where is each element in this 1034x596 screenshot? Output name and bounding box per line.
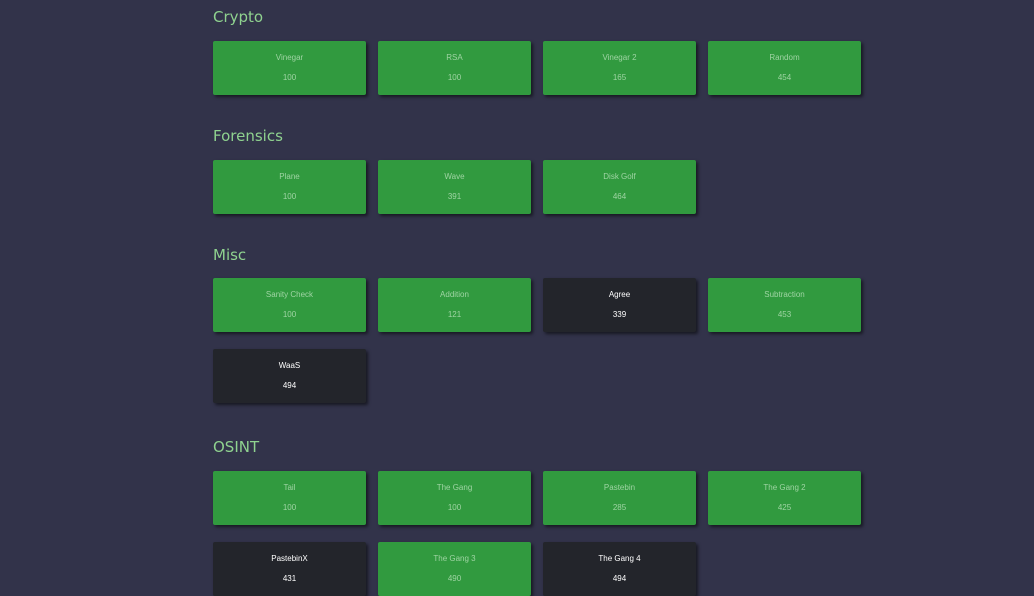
category-misc: Misc Sanity Check 100 Addition 121 Agree… [213, 246, 861, 403]
challenge-points: 285 [612, 503, 627, 512]
category-osint: OSINT Tail 100 The Gang 100 Pastebin 285… [213, 438, 861, 596]
challenge-name: WaaS [278, 361, 301, 370]
challenge-name: Disk Golf [603, 172, 636, 181]
challenge-name: Pastebin [603, 483, 636, 492]
challenge-name: Vinegar 2 [602, 53, 637, 62]
challenge-card-agree[interactable]: Agree 339 [543, 278, 696, 332]
challenge-card-random[interactable]: Random 454 [708, 41, 861, 95]
challenge-points: 100 [282, 310, 297, 319]
challenge-points: 100 [282, 503, 297, 512]
challenge-points: 100 [282, 192, 297, 201]
challenge-grid: Sanity Check 100 Addition 121 Agree 339 … [213, 278, 861, 403]
category-forensics: Forensics Plane 100 Wave 391 Disk Golf 4… [213, 127, 861, 214]
challenge-points: 494 [612, 574, 627, 583]
challenge-card-addition[interactable]: Addition 121 [378, 278, 531, 332]
challenge-points: 339 [612, 310, 627, 319]
challenge-name: Addition [440, 290, 469, 299]
challenge-name: Tail [283, 483, 296, 492]
challenge-points: 100 [447, 503, 462, 512]
challenge-card-plane[interactable]: Plane 100 [213, 160, 366, 214]
challenge-card-the-gang[interactable]: The Gang 100 [378, 471, 531, 525]
challenge-card-tail[interactable]: Tail 100 [213, 471, 366, 525]
challenge-name: The Gang 2 [763, 483, 806, 492]
challenge-points: 490 [447, 574, 462, 583]
challenge-card-subtraction[interactable]: Subtraction 453 [708, 278, 861, 332]
challenge-points: 454 [777, 73, 792, 82]
challenge-points: 494 [282, 381, 297, 390]
category-title: Crypto [213, 8, 264, 26]
challenge-name: Sanity Check [265, 290, 314, 299]
category-title: OSINT [213, 438, 260, 456]
challenge-name: PastebinX [271, 554, 308, 563]
challenge-name: Subtraction [764, 290, 805, 299]
challenge-card-waas[interactable]: WaaS 494 [213, 349, 366, 403]
challenge-points: 464 [612, 192, 627, 201]
challenge-name: Random [769, 53, 800, 62]
challenge-card-wave[interactable]: Wave 391 [378, 160, 531, 214]
challenge-grid: Vinegar 100 RSA 100 Vinegar 2 165 Random… [213, 41, 861, 95]
challenge-card-sanity-check[interactable]: Sanity Check 100 [213, 278, 366, 332]
challenge-grid: Plane 100 Wave 391 Disk Golf 464 [213, 160, 861, 214]
challenge-points: 121 [447, 310, 462, 319]
challenge-name: Vinegar [275, 53, 304, 62]
challenge-grid: Tail 100 The Gang 100 Pastebin 285 The G… [213, 471, 861, 596]
challenge-name: The Gang 3 [433, 554, 476, 563]
challenge-card-pastebin[interactable]: Pastebin 285 [543, 471, 696, 525]
challenge-card-vinegar[interactable]: Vinegar 100 [213, 41, 366, 95]
category-title: Forensics [213, 127, 283, 145]
challenge-name: The Gang 4 [598, 554, 641, 563]
category-crypto: Crypto Vinegar 100 RSA 100 Vinegar 2 165… [213, 8, 861, 95]
challenge-card-vinegar-2[interactable]: Vinegar 2 165 [543, 41, 696, 95]
challenge-points: 453 [777, 310, 792, 319]
challenge-name: Wave [444, 172, 465, 181]
challenge-points: 431 [282, 574, 297, 583]
category-title: Misc [213, 246, 247, 264]
challenge-name: The Gang [436, 483, 473, 492]
challenge-name: Agree [608, 290, 631, 299]
challenge-points: 100 [447, 73, 462, 82]
challenge-points: 165 [612, 73, 627, 82]
challenge-name: RSA [446, 53, 463, 62]
challenge-points: 100 [282, 73, 297, 82]
challenge-points: 391 [447, 192, 462, 201]
challenge-name: Plane [279, 172, 300, 181]
challenge-points: 425 [777, 503, 792, 512]
challenge-card-disk-golf[interactable]: Disk Golf 464 [543, 160, 696, 214]
challenge-card-rsa[interactable]: RSA 100 [378, 41, 531, 95]
challenge-card-the-gang-2[interactable]: The Gang 2 425 [708, 471, 861, 525]
